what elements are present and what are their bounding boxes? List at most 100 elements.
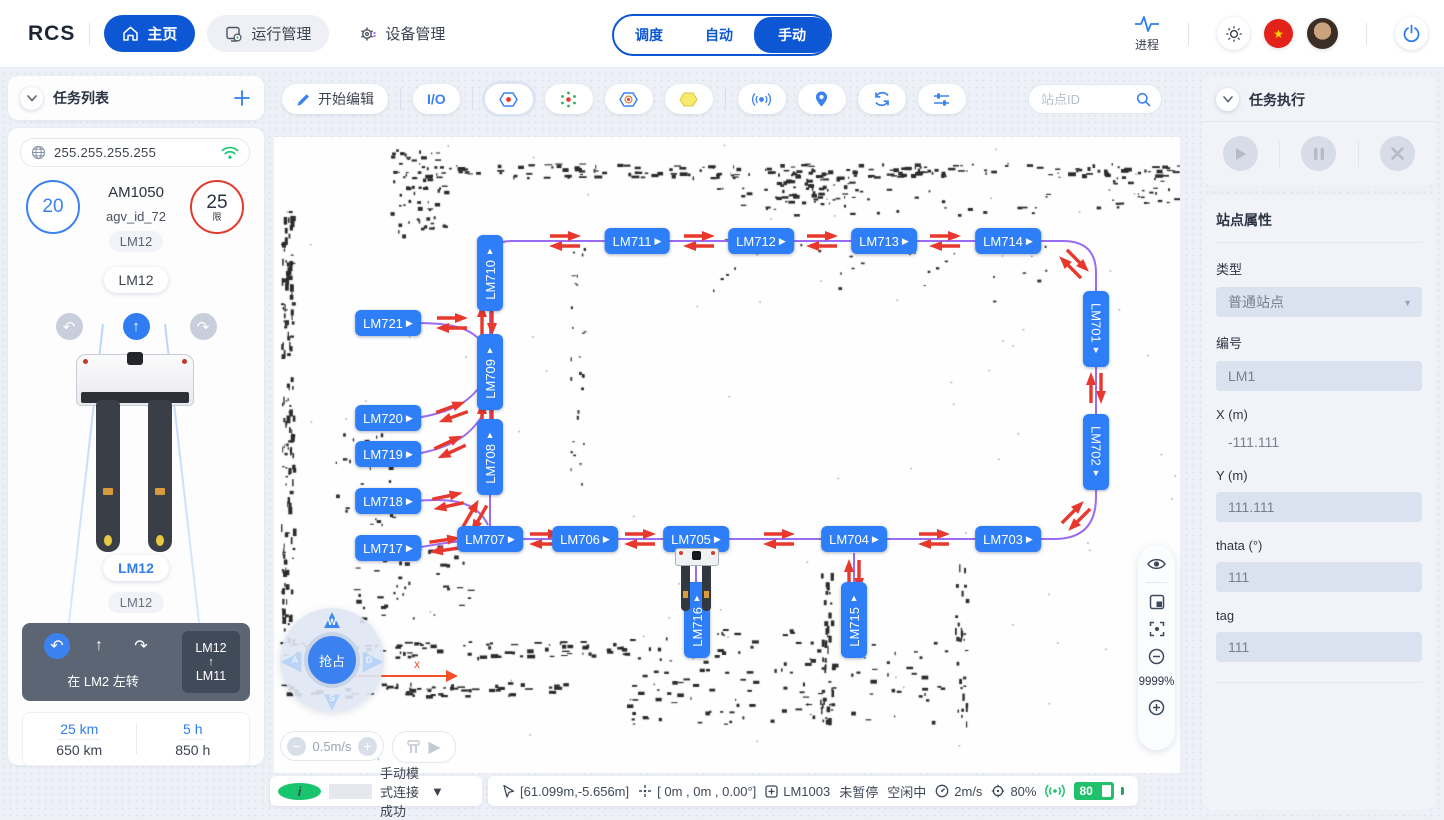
map-station-LM706[interactable]: LM706▶ (552, 526, 618, 552)
zoom-in-button[interactable] (1148, 699, 1165, 716)
map-station-LM717[interactable]: LM717▶ (355, 535, 421, 561)
divider (1279, 141, 1280, 167)
station-tag-field[interactable] (1216, 632, 1422, 662)
map-station-LM711[interactable]: LM711▶ (605, 228, 670, 254)
map-station-LM710[interactable]: ▲LM710 (477, 235, 503, 311)
navbar-right: 进程 ★ (1134, 0, 1428, 67)
speed-decrease-button[interactable]: − (287, 737, 306, 756)
station-theta-input[interactable] (1216, 562, 1422, 592)
task-cancel-button[interactable] (1380, 136, 1415, 171)
current-station-badge: LM12 (103, 555, 169, 581)
task-pause-button[interactable] (1301, 136, 1336, 171)
divider (1366, 23, 1367, 45)
field-label-y: Y (m) (1216, 468, 1422, 483)
map-station-LM714[interactable]: LM714▶ (975, 228, 1041, 254)
map-station-LM720[interactable]: LM720▶ (355, 405, 421, 431)
map-station-LM708[interactable]: ▲LM708 (477, 419, 503, 495)
map-station-LM715[interactable]: ▲LM715 (841, 582, 867, 658)
nav-item-operations[interactable]: 运行管理 (207, 15, 329, 52)
zoom-out-button[interactable] (1148, 648, 1165, 665)
field-label-theta: thata (°) (1216, 538, 1422, 553)
joystick-down-button[interactable]: ▼S (317, 686, 347, 716)
map-station-LM718[interactable]: LM718▶ (355, 488, 421, 514)
forward-button[interactable]: ↑ (123, 313, 150, 340)
station-theta-field[interactable] (1216, 562, 1422, 592)
signal-icon (1045, 784, 1065, 798)
task-play-button[interactable] (1223, 136, 1258, 171)
mode-tab-auto[interactable]: 自动 (684, 18, 754, 52)
io-button[interactable]: I/O (413, 84, 460, 114)
turn-right-button[interactable]: ↷ (190, 313, 217, 340)
layer-stations-button[interactable] (485, 84, 533, 114)
user-avatar[interactable] (1307, 18, 1338, 49)
current-station: LM1003 (765, 784, 830, 799)
locate-pin-button[interactable] (798, 84, 846, 114)
mode-tab-dispatch[interactable]: 调度 (614, 18, 684, 52)
mode-tab-manual[interactable]: 手动 (754, 17, 830, 53)
minimap-button[interactable] (1149, 594, 1165, 610)
speed-increase-button[interactable]: + (358, 737, 377, 756)
station-id-field[interactable] (1216, 361, 1422, 391)
theme-toggle-button[interactable] (1217, 17, 1250, 50)
map-toolbar: 开始编辑 I/O (282, 84, 966, 114)
visibility-button[interactable] (1147, 557, 1166, 571)
map-station-LM707[interactable]: LM707▶ (457, 526, 523, 552)
map-station-LM701[interactable]: LM701▼ (1083, 291, 1109, 367)
map-station-LM721[interactable]: LM721▶ (355, 310, 421, 336)
map-station-LM704[interactable]: LM704▶ (821, 526, 887, 552)
station-direction-triangle: ▶ (872, 535, 879, 544)
process-button[interactable]: 进程 (1134, 14, 1160, 53)
start-edit-button[interactable]: 开始编辑 (282, 84, 388, 114)
center-focus-button[interactable] (1149, 621, 1165, 637)
pencil-icon (296, 92, 311, 107)
vehicle-ip-row[interactable]: 255.255.255.255 (20, 138, 250, 167)
station-search-input[interactable] (1039, 91, 1136, 108)
direction-arrow-pair (548, 231, 582, 252)
nav-item-devices[interactable]: 设备管理 (341, 15, 463, 52)
filter-settings-button[interactable] (918, 84, 966, 114)
map-station-LM712[interactable]: LM712▶ (728, 228, 794, 254)
seize-control-button[interactable]: 抢占 (304, 632, 360, 688)
forklift-body (76, 354, 194, 406)
station-y-field[interactable] (1216, 492, 1422, 522)
map-station-LM702[interactable]: LM702▼ (1083, 414, 1109, 490)
station-direction-triangle: ▲ (486, 346, 495, 355)
joystick-right-button[interactable]: ▶D (358, 645, 388, 675)
station-type-value[interactable] (1216, 287, 1422, 317)
divider (329, 784, 372, 799)
map-station-LM709[interactable]: ▲LM709 (477, 334, 503, 410)
turn-left-button[interactable]: ↶ (56, 313, 83, 340)
station-direction-triangle: ▶ (508, 535, 515, 544)
fork-play-icon: ▶ (428, 737, 440, 757)
collapse-chevron-icon[interactable] (20, 87, 43, 110)
joystick-up-button[interactable]: ▲W (317, 604, 347, 634)
map-station-LM703[interactable]: LM703▶ (975, 526, 1041, 552)
station-id-input[interactable] (1216, 361, 1422, 391)
pause-state: 未暂停 (839, 782, 878, 801)
chevron-down-icon: ▼ (1403, 298, 1412, 308)
layer-points-button[interactable] (545, 84, 593, 114)
station-tag-input[interactable] (1216, 632, 1422, 662)
power-button[interactable] (1395, 17, 1428, 50)
station-direction-triangle: ▲ (850, 594, 859, 603)
nav-item-home[interactable]: 主页 (104, 15, 195, 52)
layer-zone-button[interactable] (665, 84, 713, 114)
add-task-button[interactable] (232, 88, 252, 108)
collapse-chevron-icon[interactable] (1216, 88, 1239, 111)
layer-target-button[interactable] (605, 84, 653, 114)
station-type-select[interactable]: ▼ (1216, 287, 1422, 317)
waveform-icon (1134, 14, 1160, 34)
language-flag[interactable]: ★ (1264, 19, 1293, 48)
chevron-down-icon[interactable]: ▼ (431, 784, 474, 799)
search-icon[interactable] (1136, 92, 1151, 107)
map-station-LM719[interactable]: LM719▶ (355, 441, 421, 467)
map-station-LM713[interactable]: LM713▶ (851, 228, 917, 254)
fork-control[interactable]: ▶ (392, 731, 456, 763)
refresh-button[interactable] (858, 84, 906, 114)
relocate-button[interactable] (738, 84, 786, 114)
station-y-input[interactable] (1216, 492, 1422, 522)
station-direction-triangle: ▶ (406, 450, 413, 459)
agv-robot-marker[interactable] (675, 548, 719, 616)
yellow-hexagon-icon (679, 90, 698, 109)
joystick-left-button[interactable]: ◀A (276, 645, 306, 675)
